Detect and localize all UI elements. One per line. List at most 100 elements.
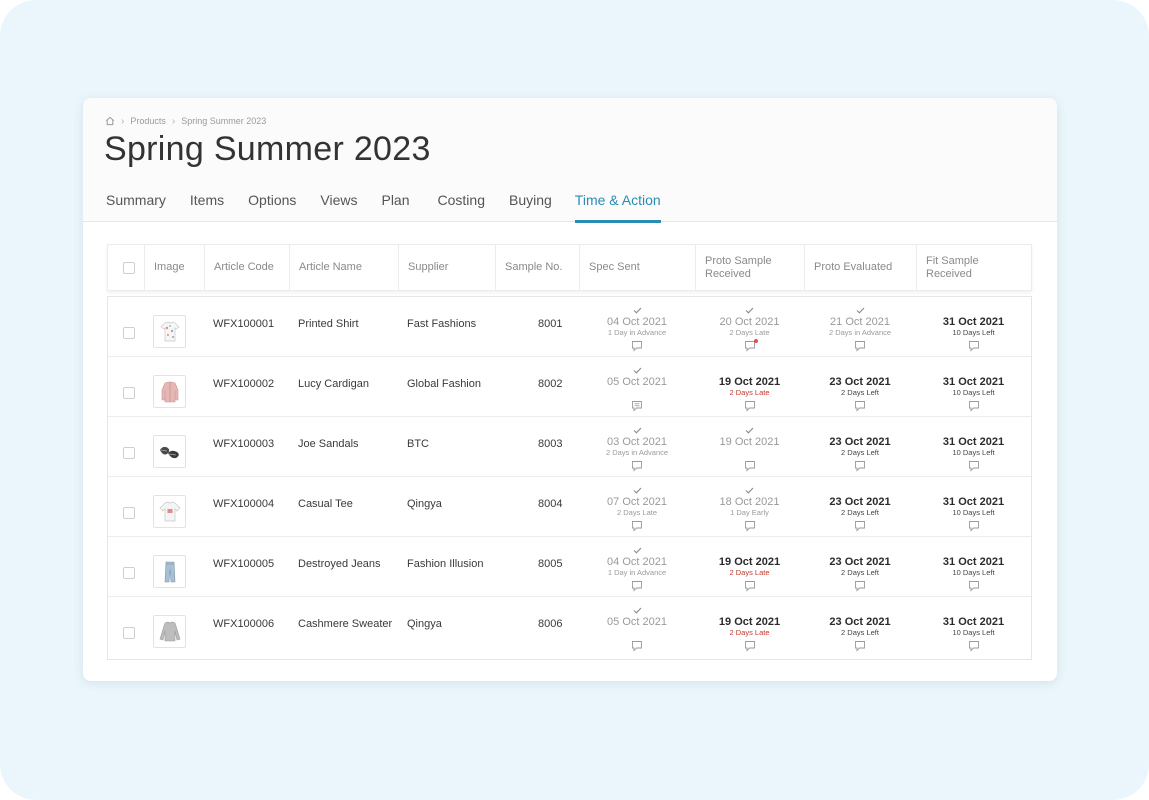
column-header-sample-no[interactable]: Sample No. [495,244,579,291]
comment-icon[interactable] [854,400,866,413]
comment-icon[interactable] [744,339,758,353]
sample-no-cell: 8002 [495,357,579,416]
table-row[interactable]: WFX100005 Destroyed Jeans Fashion Illusion… [108,537,1031,597]
milestone-cell-fit: 31 Oct 2021 10 Days Left [916,597,1031,659]
sample-no: 8002 [538,378,563,390]
comment-icon[interactable] [631,580,643,593]
comment-icon[interactable] [854,460,866,473]
product-panel: › Products › Spring Summer 2023 Spring S… [83,98,1057,681]
tab-items[interactable]: Items [190,184,224,222]
comment-icon[interactable] [631,520,643,533]
milestone-cell-eval: 23 Oct 2021 2 Days Left [804,357,916,416]
column-header-image: Image [144,244,204,291]
comment-icon[interactable] [744,460,756,473]
row-checkbox[interactable] [123,507,135,519]
milestone-fit: 31 Oct 2021 10 Days Left [916,365,1031,413]
jeans-icon[interactable] [153,555,186,588]
milestone-cell-spec: 04 Oct 2021 1 Day in Advance [579,297,695,356]
column-header-supplier[interactable]: Supplier [398,244,495,291]
row-checkbox[interactable] [123,327,135,339]
article-code-cell: WFX100002 [204,357,289,416]
milestone-status: 10 Days Left [952,388,995,397]
comment-icon[interactable] [631,340,643,353]
comment-icon[interactable] [854,340,866,353]
milestone-date: 03 Oct 2021 [607,436,667,448]
column-header-spec-sent[interactable]: Spec Sent [579,244,695,291]
comment-icon[interactable] [968,400,980,413]
tee-icon[interactable] [153,495,186,528]
milestone-status: 10 Days Left [952,448,995,457]
comment-icon[interactable] [631,460,643,473]
row-checkbox[interactable] [123,447,135,459]
milestone-date: 31 Oct 2021 [942,436,1005,448]
table-row[interactable]: WFX100002 Lucy Cardigan Global Fashion 8002… [108,357,1031,417]
sweater-icon[interactable] [153,615,186,648]
table-row[interactable]: WFX100003 Joe Sandals BTC 8003 03 Oct 2021 2 … [108,417,1031,477]
milestone-spec: 07 Oct 2021 2 Days Late [579,485,695,533]
comment-icon[interactable] [631,640,643,653]
tab-buying[interactable]: Buying [509,184,552,222]
row-checkbox[interactable] [123,387,135,399]
column-header-article-name[interactable]: Article Name [289,244,398,291]
tab-views[interactable]: Views [320,184,357,222]
column-header-fit-received[interactable]: Fit Sample Received [916,244,1031,291]
tab-time-and-action[interactable]: Time & Action [574,184,661,223]
milestone-fit: 31 Oct 2021 10 Days Left [916,605,1031,653]
tab-costing[interactable]: Costing [438,184,485,222]
milestone-status: 2 Days Late [729,628,770,637]
comment-icon[interactable] [744,520,756,533]
cardigan-icon[interactable] [153,375,186,408]
tab-options[interactable]: Options [248,184,296,222]
table-header: Image Article Code Article Name Supplier… [107,244,1032,291]
comment-icon[interactable] [854,520,866,533]
image-cell [144,417,204,476]
milestone-cell-fit: 31 Oct 2021 10 Days Left [916,297,1031,356]
comment-icon[interactable] [968,580,980,593]
comment-icon[interactable] [744,400,756,413]
supplier-cell: BTC [398,417,495,476]
column-header-proto-evaluated[interactable]: Proto Evaluated [804,244,916,291]
table-row[interactable]: WFX100001 Printed Shirt Fast Fashions 8001 0… [108,297,1031,357]
column-header-article-code[interactable]: Article Code [204,244,289,291]
sandals-icon[interactable] [153,435,186,468]
comment-icon[interactable] [744,580,756,593]
milestone-cell-spec: 03 Oct 2021 2 Days in Advance [579,417,695,476]
tab-summary[interactable]: Summary [106,184,166,222]
column-header-proto-received[interactable]: Proto Sample Received [695,244,804,291]
sample-no-cell: 8004 [495,477,579,536]
comment-icon[interactable] [854,640,866,653]
sample-no: 8004 [538,498,563,510]
row-checkbox[interactable] [123,567,135,579]
comment-icon[interactable] [854,580,866,593]
milestone-cell-eval: 23 Oct 2021 2 Days Left [804,597,916,659]
table-row[interactable]: WFX100004 Casual Tee Qingya 8004 07 Oct 2021… [108,477,1031,537]
comment-icon[interactable] [744,640,756,653]
printed-shirt-icon[interactable] [153,315,186,348]
comment-icon[interactable] [968,460,980,473]
article-code-cell: WFX100004 [204,477,289,536]
article-code: WFX100001 [213,318,275,330]
milestone-status: 2 Days Late [729,388,770,397]
milestone-date: 07 Oct 2021 [607,496,667,508]
breadcrumb-products[interactable]: Products [130,116,166,126]
comment-icon[interactable] [631,400,643,413]
milestone-status: 2 Days Late [729,568,770,577]
article-name-cell: Cashmere Sweater [289,597,398,659]
table-row[interactable]: WFX100006 Cashmere Sweater Qingya 8006 05 Oc… [108,597,1031,659]
comment-icon[interactable] [968,640,980,653]
article-code-cell: WFX100005 [204,537,289,596]
milestone-cell-proto: 19 Oct 2021 2 Days Late [695,597,804,659]
home-icon[interactable] [105,116,115,126]
tab-plan[interactable]: Plan [381,184,409,222]
check-icon [856,305,865,316]
supplier-cell: Qingya [398,597,495,659]
comment-icon[interactable] [968,520,980,533]
row-checkbox[interactable] [123,627,135,639]
milestone-eval: 23 Oct 2021 2 Days Left [804,605,916,653]
milestone-proto: 19 Oct 2021 2 Days Late [695,605,804,653]
comment-icon[interactable] [968,340,980,353]
select-all-checkbox[interactable] [122,261,135,274]
supplier: Fashion Illusion [407,558,484,570]
time-action-table: Image Article Code Article Name Supplier… [107,244,1032,660]
milestone-eval: 21 Oct 2021 2 Days in Advance [804,305,916,353]
